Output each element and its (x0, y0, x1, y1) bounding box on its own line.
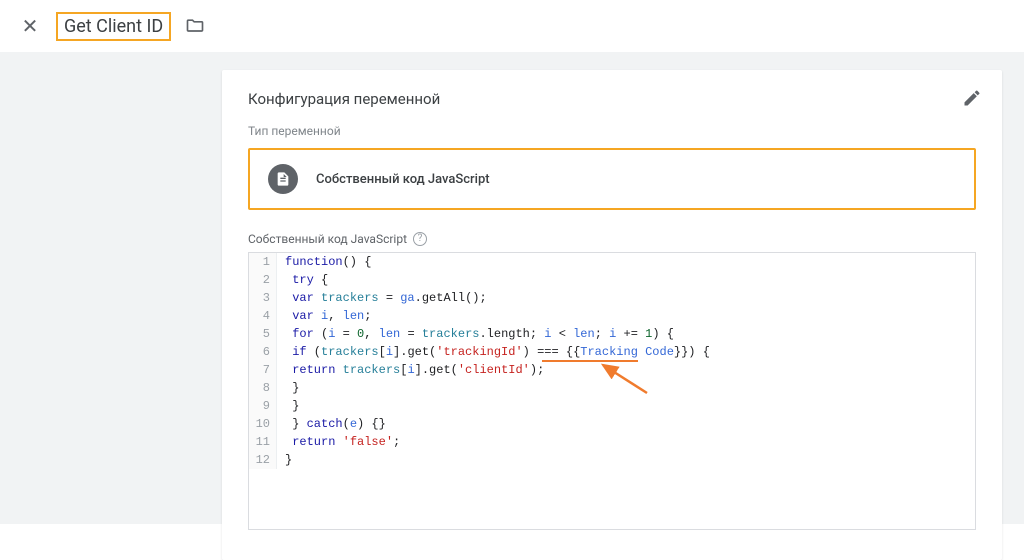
code-line: 3 var trackers = ga.getAll(); (249, 289, 975, 307)
code-line: 9 } (249, 397, 975, 415)
code-line: 8 } (249, 379, 975, 397)
help-icon[interactable]: ? (413, 232, 427, 246)
editor-header: ✕ Get Client ID (0, 0, 1024, 52)
code-content: try { (277, 271, 328, 289)
code-line: 12} (249, 451, 975, 469)
page-background: Конфигурация переменной Тип переменной С… (0, 52, 1024, 524)
edit-icon[interactable] (962, 88, 982, 112)
panel-title: Конфигурация переменной (248, 90, 976, 108)
code-section-header: Собственный код JavaScript ? (248, 232, 976, 246)
code-content: } (277, 451, 292, 469)
code-line: 1function() { (249, 253, 975, 271)
line-number: 11 (249, 433, 277, 451)
line-number: 1 (249, 253, 277, 271)
variable-config-panel: Конфигурация переменной Тип переменной С… (222, 70, 1002, 560)
code-content: return 'false'; (277, 433, 400, 451)
code-content: return trackers[i].get('clientId'); (277, 361, 544, 379)
line-number: 4 (249, 307, 277, 325)
line-number: 2 (249, 271, 277, 289)
folder-icon[interactable] (185, 16, 205, 36)
line-number: 12 (249, 451, 277, 469)
code-content: for (i = 0, len = trackers.length; i < l… (277, 325, 674, 343)
code-line: 11 return 'false'; (249, 433, 975, 451)
code-line: 2 try { (249, 271, 975, 289)
line-number: 10 (249, 415, 277, 433)
line-number: 8 (249, 379, 277, 397)
variable-type-selector[interactable]: Собственный код JavaScript (248, 148, 976, 210)
code-content: var i, len; (277, 307, 371, 325)
code-content: } (277, 379, 299, 397)
code-line: 4 var i, len; (249, 307, 975, 325)
close-icon[interactable]: ✕ (18, 14, 42, 38)
code-content: if (trackers[i].get('trackingId') === {{… (277, 343, 710, 361)
document-icon (268, 164, 298, 194)
code-content: } (277, 397, 299, 415)
line-number: 5 (249, 325, 277, 343)
variable-type-label: Тип переменной (248, 124, 976, 138)
code-content: } catch(e) {} (277, 415, 386, 433)
variable-type-name: Собственный код JavaScript (316, 172, 490, 187)
code-content: function() { (277, 253, 371, 271)
line-number: 6 (249, 343, 277, 361)
code-content: var trackers = ga.getAll(); (277, 289, 487, 307)
code-line: 5 for (i = 0, len = trackers.length; i <… (249, 325, 975, 343)
code-line: 10 } catch(e) {} (249, 415, 975, 433)
line-number: 9 (249, 397, 277, 415)
code-section-label: Собственный код JavaScript (248, 232, 407, 246)
annotation-underline (542, 360, 638, 362)
code-line: 6 if (trackers[i].get('trackingId') === … (249, 343, 975, 361)
code-line: 7 return trackers[i].get('clientId'); (249, 361, 975, 379)
line-number: 7 (249, 361, 277, 379)
line-number: 3 (249, 289, 277, 307)
variable-name-input[interactable]: Get Client ID (56, 12, 171, 41)
code-editor[interactable]: 1function() {2 try {3 var trackers = ga.… (248, 252, 976, 530)
